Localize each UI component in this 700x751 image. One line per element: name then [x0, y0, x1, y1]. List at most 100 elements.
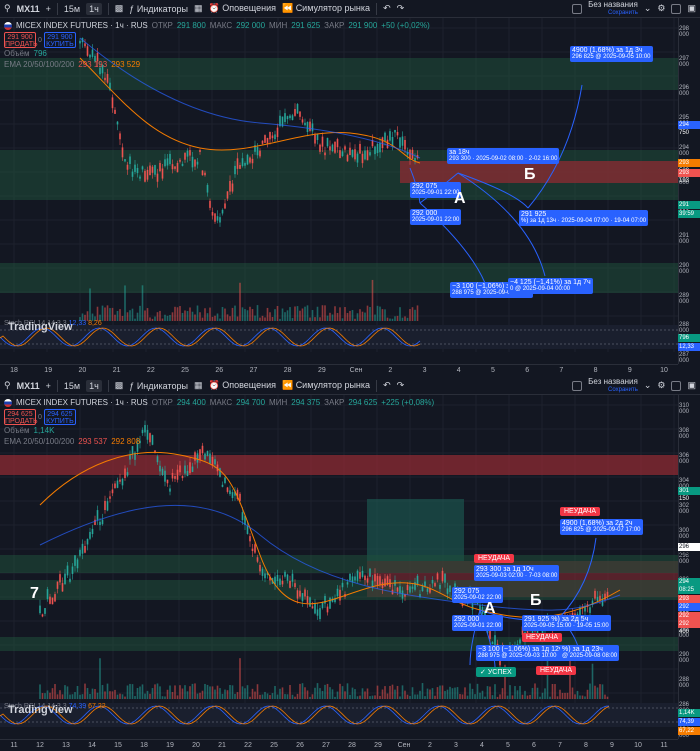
ema-value: 293 529 — [111, 60, 141, 69]
forecast-box[interactable]: −4 125 (−1,41%) за 1д 7ч 0 @ 2025-09-04 … — [508, 278, 593, 294]
price-tag: 293 193 — [678, 169, 700, 184]
close-label: ЗАКР — [324, 398, 345, 407]
price-axis[interactable]: 310 000308 000306 000304 000302 000300 0… — [678, 395, 700, 739]
sell-button[interactable]: 291 900 ПРОДАТЬ — [4, 32, 38, 48]
replay-button[interactable]: ⏪ Симулятор рынка — [282, 380, 370, 391]
time-tick-label: 21 — [112, 367, 121, 374]
alerts-button[interactable]: ⏰ Оповещения — [209, 3, 276, 14]
forecast-box[interactable]: −3 100 (−1,06%) за 1д 12ч 288 975 @ 2025… — [476, 645, 565, 661]
forecast-box[interactable]: %) за 1д 23ч @ 2025-09-08 08:00 — [560, 645, 620, 661]
forecast-box[interactable]: 4900 (1,68%) за 2д 2ч 296 825 @ 2025-09-… — [560, 519, 643, 535]
forecast-box[interactable]: 292 000 2025-09-01 22:00 — [452, 615, 504, 631]
forecast-box[interactable]: 291 925 %) за 2д 5ч 2025-09-05 15:00 · 1… — [522, 615, 611, 631]
search-icon[interactable]: ⚲ — [4, 380, 11, 391]
indicators-label: Индикаторы — [136, 380, 188, 391]
layout-icon[interactable] — [572, 3, 583, 14]
symbol-title[interactable]: MICEX INDEX FUTURES · 1ч · RUS — [16, 21, 148, 30]
layout-name[interactable]: Без названия Сохранить — [588, 0, 638, 17]
flag-icon — [4, 398, 12, 407]
chevron-down-icon[interactable]: ⌄ — [644, 380, 652, 391]
time-axis[interactable]: 11 12 13 14 15 18 19 20 21 22 25 26 27 28 29 Сен 2 3 4 5 6 7 8… — [0, 739, 678, 751]
resistance-zone — [0, 580, 678, 600]
high-label: МАКС — [209, 398, 233, 407]
stoch-rsi — [0, 325, 678, 349]
price-axis[interactable]: 298 000297 000296 000295 000294 000293 0… — [678, 18, 700, 364]
add-symbol-button[interactable]: + — [46, 4, 51, 14]
buy-label: КУПИТЬ — [46, 418, 74, 425]
buy-button[interactable]: 294 625 КУПИТЬ — [43, 409, 76, 425]
chart-type-icon[interactable]: ▩ — [115, 380, 124, 391]
interval-1h[interactable]: 1ч — [86, 2, 102, 15]
indicators-label: Индикаторы — [136, 3, 188, 14]
price-tag: 08:25 — [678, 586, 700, 594]
redo-icon[interactable]: ↷ — [397, 380, 405, 391]
fullscreen-icon[interactable] — [671, 380, 682, 391]
price-tick-label: 297 000 — [679, 55, 690, 68]
fail-badge-label: НЕУДАЧА — [526, 634, 559, 641]
buy-price: 291 900 — [47, 34, 73, 41]
settings-icon[interactable]: ⚙ — [657, 3, 665, 14]
alerts-button[interactable]: ⏰ Оповещения — [209, 380, 276, 391]
forecast-subtext: 2025-09-05 15:00 · 19-05 15:00 — [524, 623, 609, 629]
fail-badge: НЕУДАЧА — [536, 666, 577, 675]
camera-icon[interactable]: ▣ — [687, 380, 696, 391]
osc-tag: 12,33 — [678, 343, 700, 351]
layout-name[interactable]: Без названия Сохранить — [588, 377, 638, 394]
indicators-button[interactable]: ƒ Индикаторы — [129, 4, 188, 14]
open-value: 291 800 — [176, 21, 206, 30]
time-tick-label: 25 — [270, 742, 278, 749]
buy-button[interactable]: 291 900 КУПИТЬ — [43, 32, 76, 48]
chevron-down-icon[interactable]: ⌄ — [644, 3, 652, 14]
replay-label: Симулятор рынка — [295, 3, 371, 13]
symbol-title[interactable]: MICEX INDEX FUTURES · 1ч · RUS — [16, 398, 148, 407]
divider — [107, 2, 109, 15]
camera-icon[interactable]: ▣ — [687, 3, 696, 14]
interval-1h[interactable]: 1ч — [86, 379, 102, 392]
price-tick-label: 298 000 — [679, 26, 690, 38]
fullscreen-icon[interactable] — [671, 3, 682, 14]
add-symbol-button[interactable]: + — [46, 381, 51, 391]
undo-icon[interactable]: ↶ — [383, 3, 391, 14]
time-tick-label: 22 — [244, 742, 252, 749]
forecast-subtext: 2025-09-01 22:00 — [412, 217, 460, 223]
osc-tag: 1,14K — [678, 709, 700, 717]
interval-15m[interactable]: 15м — [64, 381, 80, 391]
sell-button[interactable]: 294 625 ПРОДАТЬ — [4, 409, 38, 425]
osc-value-d: 67,22 — [88, 703, 106, 710]
symbol-search[interactable]: MX11 — [17, 381, 40, 391]
layout-grid-icon[interactable]: ▦ — [194, 3, 203, 14]
low-label: МИН — [269, 398, 288, 407]
fail-badge-label: НЕУДАЧА — [564, 508, 597, 515]
redo-icon[interactable]: ↷ — [397, 3, 405, 14]
settings-icon[interactable]: ⚙ — [657, 380, 665, 391]
forecast-box[interactable]: 293 300 за 1д 10ч 2025-09-03 02:00 · 7-0… — [474, 565, 560, 581]
forecast-box[interactable]: 291 925 %) за 1д 13ч · 2025-09-04 07:00 … — [519, 210, 649, 226]
time-tick-label: 11 — [660, 742, 668, 749]
forecast-text: %) за 1д 23ч — [562, 646, 603, 653]
replay-button[interactable]: ⏪ Симулятор рынка — [282, 3, 370, 14]
forecast-box[interactable]: 4900 (1,68%) за 1д 3ч 296 825 @ 2025-09-… — [570, 46, 653, 62]
top-toolbar: ⚲ MX11 + 15м 1ч ▩ ƒ Индикаторы ▦ ⏰ Опове… — [0, 377, 700, 395]
time-tick-label: Сен — [397, 742, 411, 749]
forecast-subtext: 0 @ 2025-09-04 00:00 — [510, 286, 571, 292]
chart-type-icon[interactable]: ▩ — [115, 3, 124, 14]
volume-label: Объём — [4, 49, 30, 58]
replay-label: Симулятор рынка — [295, 380, 371, 390]
indicators-button[interactable]: ƒ Индикаторы — [129, 381, 188, 391]
search-icon[interactable]: ⚲ — [4, 3, 11, 14]
forecast-text: 291 925 — [521, 211, 547, 218]
time-axis[interactable]: 18 19 20 21 22 25 26 27 28 29 Сен 2 3 4 5 6 7 8 9 10 — [0, 364, 678, 376]
trade-buttons: 294 625 ПРОДАТЬ 0 294 625 КУПИТЬ — [4, 409, 434, 425]
forecast-box[interactable]: за 18ч 293 300 · 2025-09-02 08:00 · 2-02… — [447, 148, 560, 164]
layout-name-label: Без названия — [588, 0, 638, 9]
interval-15m[interactable]: 15м — [64, 4, 80, 14]
forecast-box[interactable]: 292 000 2025-09-01 22:00 — [410, 209, 462, 225]
symbol-search[interactable]: MX11 — [17, 4, 40, 14]
legend-volume: Объём 1,14K — [4, 425, 434, 436]
layout-save-label: Сохранить — [608, 9, 638, 16]
layout-icon[interactable] — [572, 380, 583, 391]
layout-grid-icon[interactable]: ▦ — [194, 380, 203, 391]
undo-icon[interactable]: ↶ — [383, 380, 391, 391]
low-value: 294 375 — [291, 398, 321, 407]
price-tag: 292 808 — [678, 612, 700, 627]
